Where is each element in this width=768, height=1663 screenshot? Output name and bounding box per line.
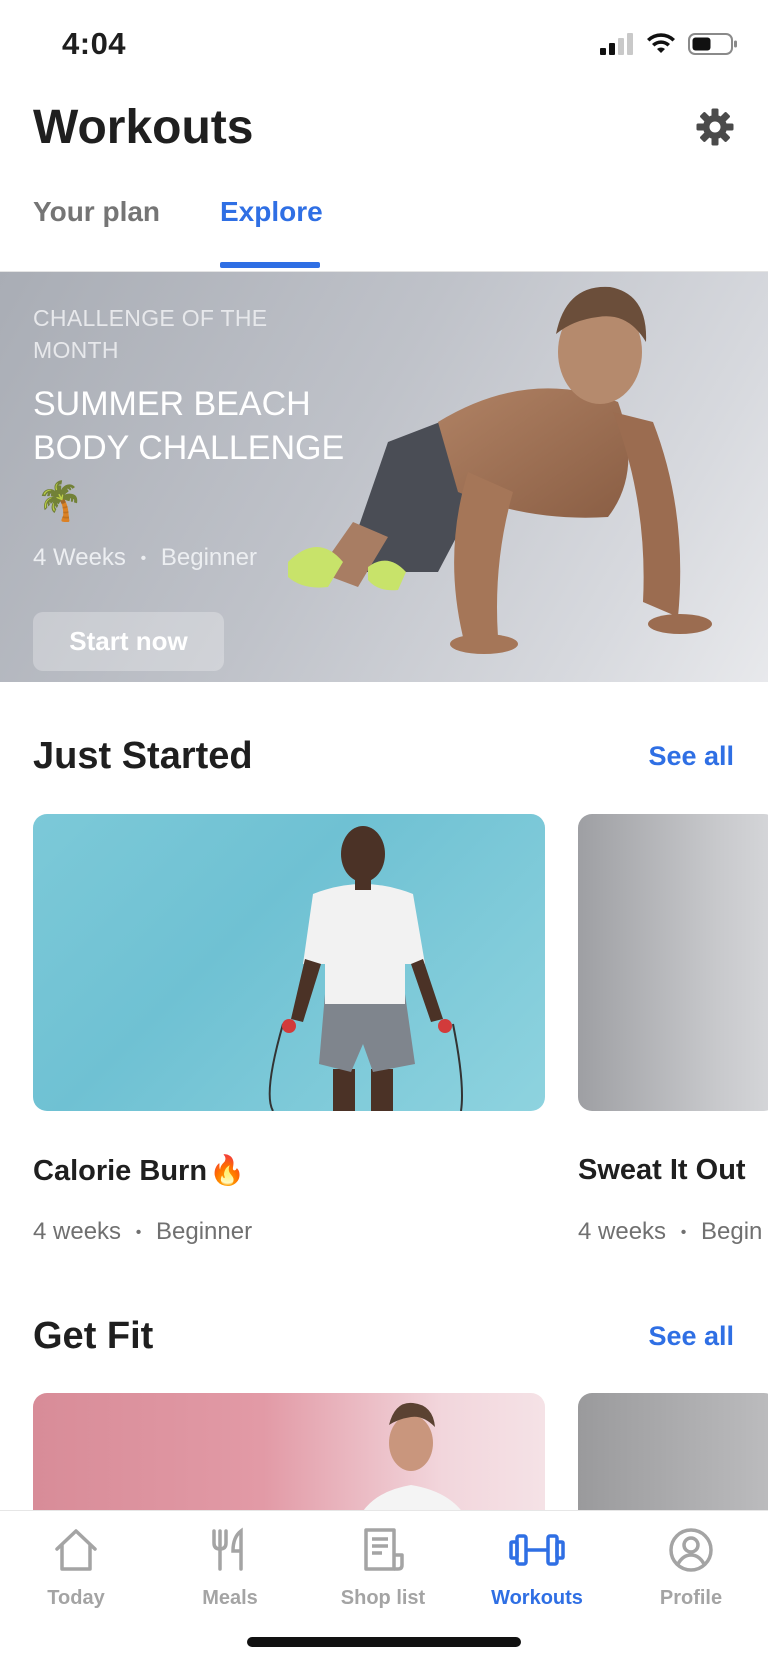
active-tab-indicator	[220, 262, 320, 268]
workout-card-sweat-it-out[interactable]	[578, 814, 768, 1111]
home-icon	[55, 1529, 97, 1571]
calorie-burn-athlete-image	[268, 826, 463, 1111]
receipt-icon	[364, 1528, 404, 1571]
start-now-button[interactable]: Start now	[33, 612, 224, 671]
meta-separator: •	[680, 1223, 687, 1241]
tab-bar: Your plan Explore	[0, 190, 768, 272]
nav-label: Workouts	[491, 1587, 583, 1609]
tab-your-plan[interactable]: Your plan	[33, 196, 160, 228]
nav-label: Meals	[202, 1587, 258, 1609]
workout-card-calorie-burn[interactable]	[33, 814, 545, 1111]
card-meta-sweat-it-out: 4 weeks • Begin	[578, 1218, 762, 1246]
card-duration: 4 weeks	[578, 1218, 667, 1245]
banner-level: Beginner	[160, 544, 257, 571]
fire-emoji: 🔥	[209, 1155, 246, 1187]
banner-title: SUMMER BEACH BODY CHALLENGE	[33, 385, 345, 467]
banner-duration: 4 Weeks	[33, 544, 126, 571]
nav-workouts[interactable]: Workouts	[462, 1525, 612, 1610]
status-bar: 4:04	[0, 0, 768, 90]
see-all-link[interactable]: See all	[648, 741, 734, 772]
nav-profile[interactable]: Profile	[616, 1525, 766, 1610]
nav-shop-list[interactable]: Shop list	[308, 1525, 458, 1610]
card-level: Begin	[701, 1218, 763, 1245]
card-title-calorie-burn[interactable]: Calorie Burn🔥	[33, 1154, 245, 1188]
profile-icon	[669, 1528, 713, 1572]
status-icons	[600, 32, 738, 56]
nav-label: Profile	[659, 1587, 723, 1609]
card-title-text: Calorie Burn	[33, 1155, 208, 1187]
card-duration: 4 weeks	[33, 1218, 122, 1245]
battery-icon	[688, 33, 737, 55]
challenge-banner[interactable]: CHALLENGE OF THE MONTH SUMMER BEACH BODY…	[0, 272, 768, 682]
home-indicator	[247, 1637, 521, 1647]
card-title-sweat-it-out[interactable]: Sweat It Out	[578, 1154, 746, 1187]
section-title-just-started: Just Started	[33, 735, 253, 777]
nav-label: Today	[47, 1587, 105, 1609]
meta-separator: •	[140, 549, 147, 567]
dumbbell-icon	[509, 1534, 565, 1566]
fork-knife-icon	[212, 1527, 243, 1571]
section-title-get-fit: Get Fit	[33, 1315, 154, 1357]
palm-tree-emoji: 🌴	[36, 481, 84, 523]
status-time: 4:04	[62, 26, 127, 61]
gear-icon	[696, 108, 734, 146]
settings-button[interactable]	[692, 104, 738, 150]
meta-separator: •	[135, 1223, 142, 1241]
nav-label: Shop list	[340, 1587, 426, 1609]
card-level: Beginner	[156, 1218, 253, 1245]
banner-kicker: CHALLENGE OF THE MONTH	[33, 305, 268, 363]
tab-explore[interactable]: Explore	[220, 196, 323, 228]
page-title: Workouts	[33, 101, 254, 154]
card-meta-calorie-burn: 4 weeks • Beginner	[33, 1218, 252, 1246]
nav-today[interactable]: Today	[1, 1525, 151, 1610]
banner-meta: 4 Weeks • Beginner	[33, 544, 257, 572]
signal-icon	[600, 33, 633, 55]
nav-meals[interactable]: Meals	[155, 1525, 305, 1610]
wifi-icon	[647, 33, 675, 53]
see-all-link[interactable]: See all	[648, 1321, 734, 1352]
